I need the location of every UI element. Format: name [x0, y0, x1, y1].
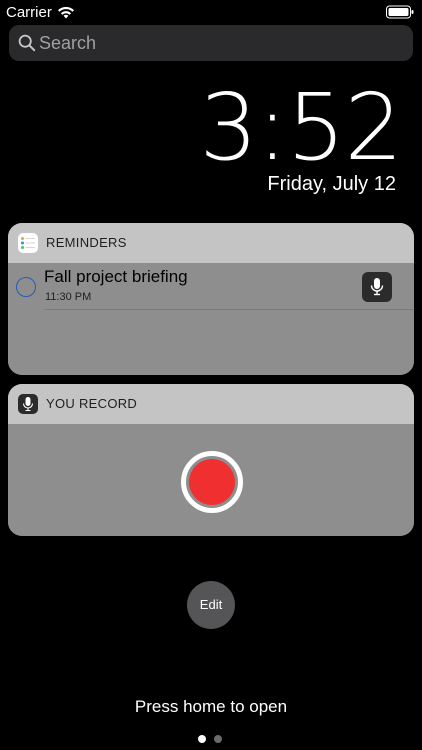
- microphone-icon: [370, 278, 384, 296]
- status-bar: Carrier: [0, 0, 422, 24]
- microphone-button[interactable]: [362, 272, 392, 302]
- reminder-item[interactable]: Fall project briefing 11:30 PM: [8, 263, 414, 309]
- you-record-widget-header[interactable]: YOU RECORD: [8, 384, 414, 424]
- lock-screen-date: Friday, July 12: [267, 173, 396, 195]
- reminders-widget-title: REMINDERS: [46, 235, 127, 250]
- search-icon: [18, 34, 36, 52]
- reminder-checkbox[interactable]: [16, 277, 36, 297]
- edit-button[interactable]: Edit: [187, 581, 235, 629]
- reminders-app-icon: [18, 233, 38, 253]
- record-button[interactable]: [181, 451, 243, 513]
- page-indicator[interactable]: [198, 735, 224, 743]
- page-dot-active: [198, 735, 206, 743]
- reminder-time: 11:30 PM: [45, 291, 92, 303]
- microphone-app-icon: [18, 394, 38, 414]
- page-dot: [214, 735, 222, 743]
- carrier-label: Carrier: [6, 4, 52, 21]
- lock-screen-time: 3:52: [199, 74, 403, 181]
- battery-icon: [386, 5, 414, 19]
- wifi-icon: [57, 5, 75, 19]
- press-home-hint: Press home to open: [134, 697, 288, 716]
- search-input[interactable]: [39, 25, 399, 61]
- record-icon: [189, 459, 235, 505]
- you-record-widget-body: [8, 424, 414, 536]
- you-record-widget: YOU RECORD: [8, 384, 414, 536]
- reminder-title: Fall project briefing: [44, 267, 188, 286]
- reminders-widget-header[interactable]: REMINDERS: [8, 223, 414, 263]
- reminder-divider: [44, 309, 414, 310]
- reminders-widget: REMINDERS Fall project briefing 11:30 PM: [8, 223, 414, 375]
- reminders-widget-body: Fall project briefing 11:30 PM: [8, 263, 414, 375]
- you-record-widget-title: YOU RECORD: [46, 396, 138, 411]
- search-bar[interactable]: [9, 25, 413, 61]
